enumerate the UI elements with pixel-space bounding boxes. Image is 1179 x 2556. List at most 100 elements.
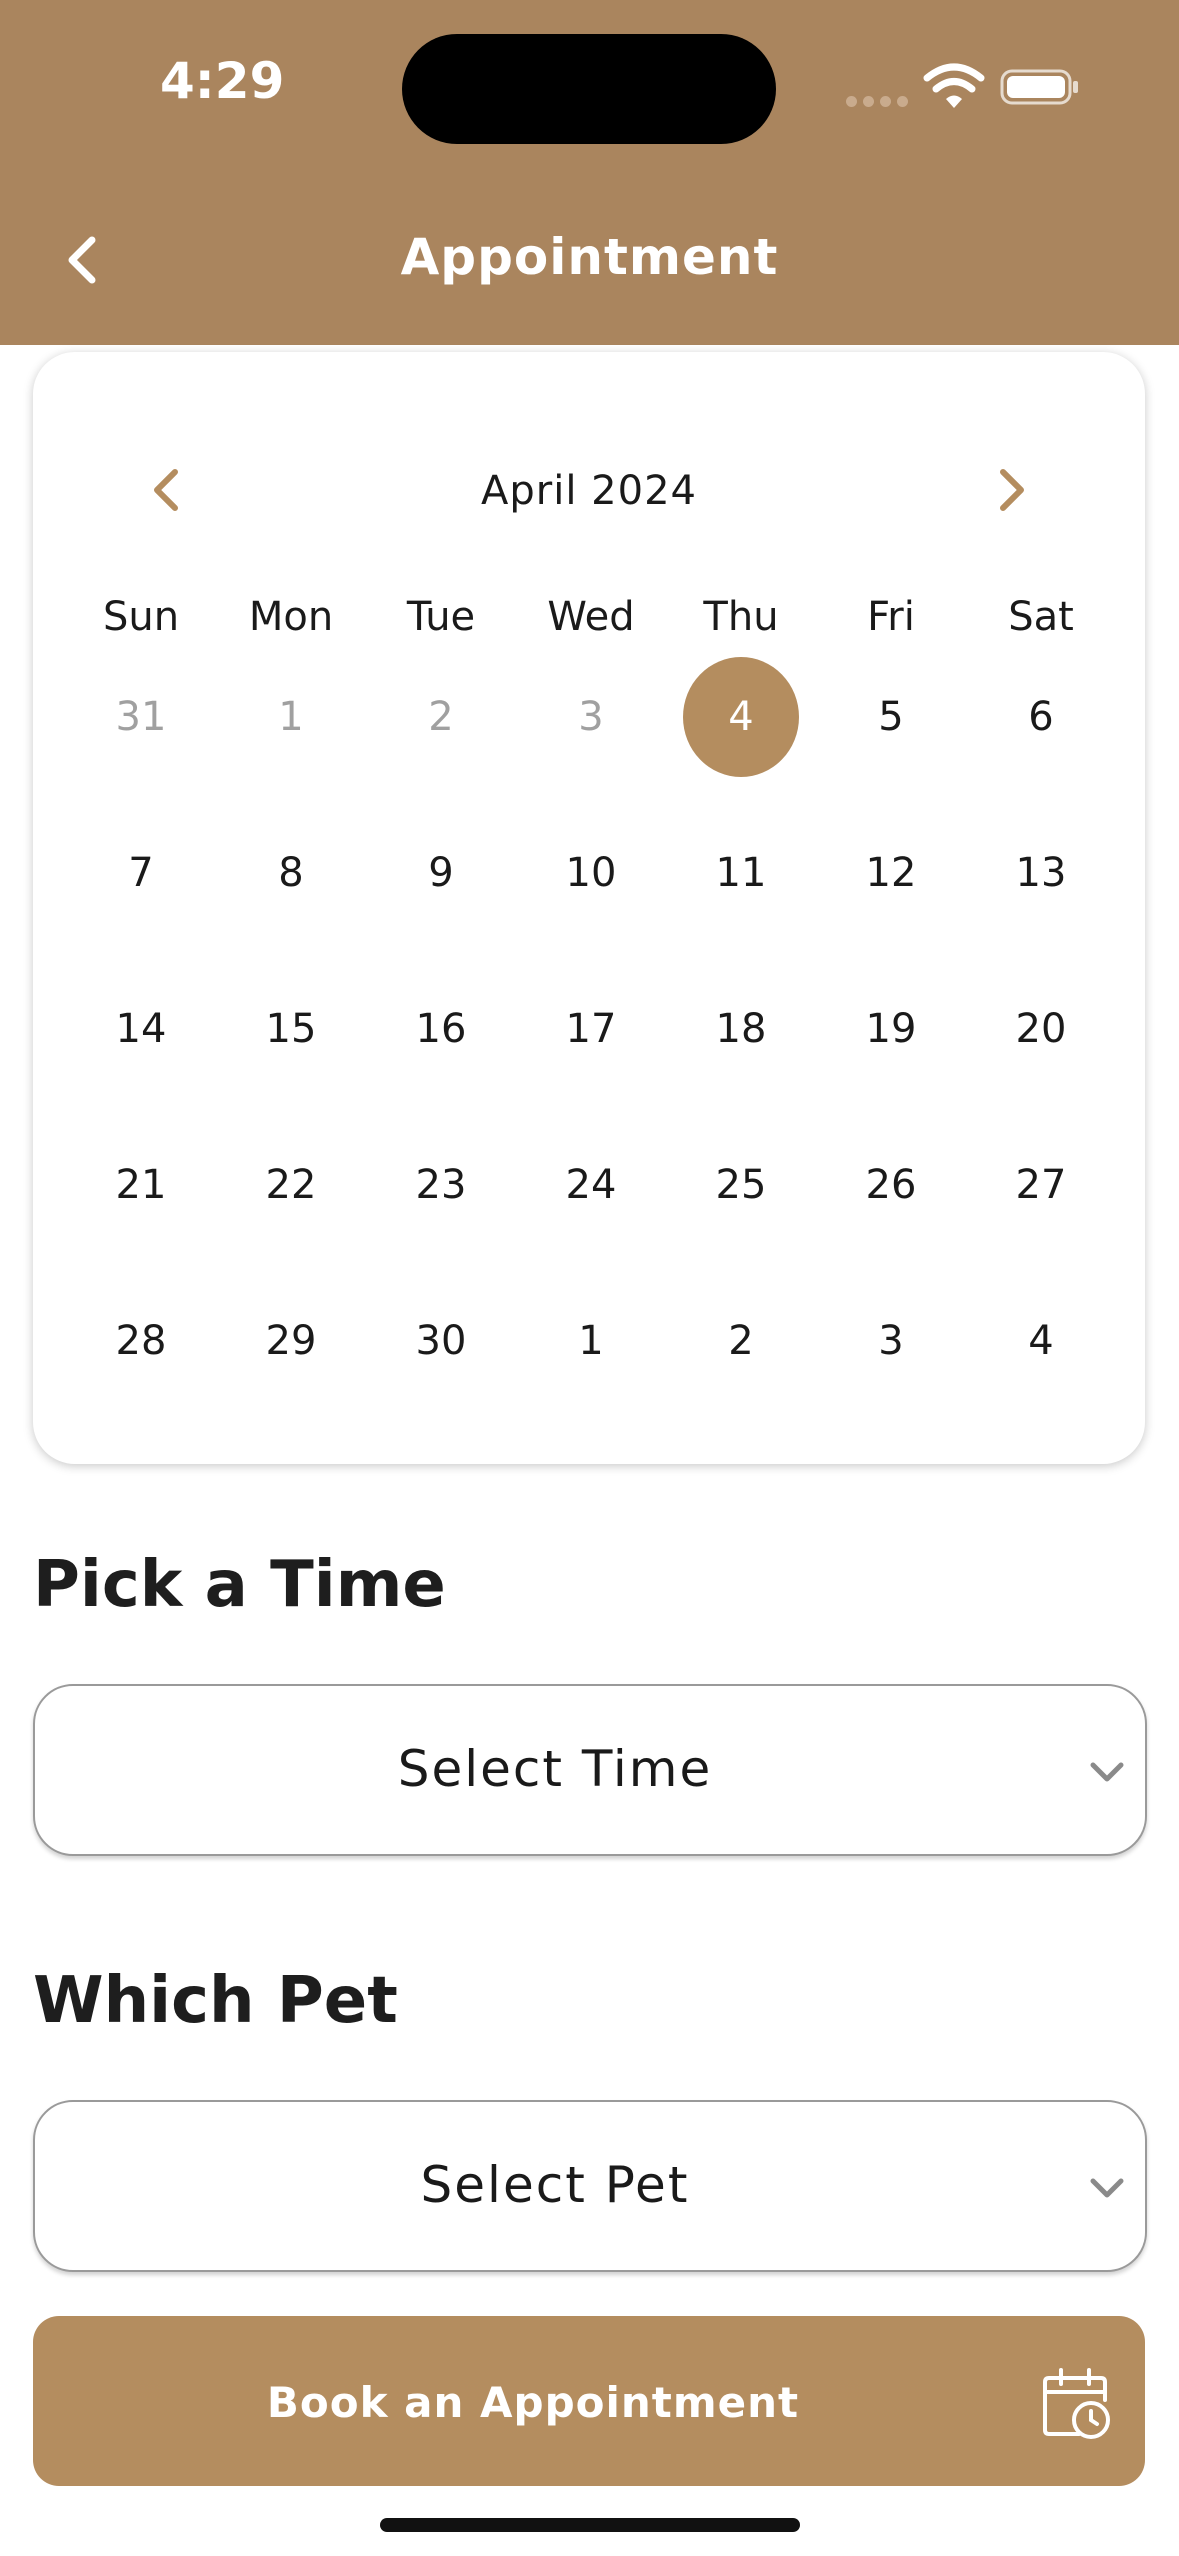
calendar-day[interactable]: 6 xyxy=(966,652,1116,782)
weekday-label: Sun xyxy=(102,594,180,640)
calendar-day[interactable]: 30 xyxy=(366,1276,516,1406)
weekday-label: Tue xyxy=(406,594,476,640)
calendar-day[interactable]: 13 xyxy=(966,808,1116,938)
page-title: Appointment xyxy=(400,228,779,286)
calendar-clock-icon xyxy=(1043,2368,1110,2439)
calendar-day[interactable]: 2 xyxy=(366,652,516,782)
calendar-day-label: 1 xyxy=(578,1318,604,1364)
weekday-label: Wed xyxy=(547,594,635,640)
calendar-day[interactable]: 25 xyxy=(666,1120,816,1250)
calendar-day-label: 2 xyxy=(728,1318,754,1364)
calendar-day-label: 18 xyxy=(715,1006,767,1052)
calendar-day[interactable]: 24 xyxy=(516,1120,666,1250)
calendar-day[interactable]: 18 xyxy=(666,964,816,1094)
calendar-day[interactable]: 31 xyxy=(66,652,216,782)
calendar-day-selected[interactable]: 4 xyxy=(666,652,816,782)
calendar-day-label: 29 xyxy=(265,1318,317,1364)
calendar-day-label: 8 xyxy=(278,850,304,896)
calendar-day-label: 24 xyxy=(565,1162,617,1208)
calendar-day-label: 27 xyxy=(1015,1162,1067,1208)
calendar-day[interactable]: 2 xyxy=(666,1276,816,1406)
chevron-down-icon xyxy=(1090,2178,1124,2198)
calendar-day[interactable]: 3 xyxy=(816,1276,966,1406)
next-month-icon[interactable] xyxy=(983,462,1039,518)
calendar-day-label: 12 xyxy=(865,850,917,896)
calendar-day-label: 17 xyxy=(565,1006,617,1052)
calendar-day-label: 3 xyxy=(878,1318,904,1364)
calendar-day-label: 14 xyxy=(115,1006,167,1052)
calendar-day[interactable]: 1 xyxy=(516,1276,666,1406)
calendar-day[interactable]: 3 xyxy=(516,652,666,782)
pet-select-placeholder: Select Pet xyxy=(420,2156,690,2214)
home-indicator xyxy=(380,2518,800,2532)
calendar-day[interactable]: 10 xyxy=(516,808,666,938)
book-appointment-label: Book an Appointment xyxy=(266,2378,800,2427)
pick-time-title: Pick a Time xyxy=(33,1548,446,1622)
calendar-day-label: 21 xyxy=(115,1162,167,1208)
calendar-day[interactable]: 17 xyxy=(516,964,666,1094)
calendar-day-label: 19 xyxy=(865,1006,917,1052)
weekday-label: Fri xyxy=(867,594,915,640)
weekday-label: Mon xyxy=(248,594,334,640)
time-select[interactable]: Select Time xyxy=(33,1684,1147,1856)
calendar-day[interactable]: 9 xyxy=(366,808,516,938)
calendar-day[interactable]: 29 xyxy=(216,1276,366,1406)
pet-select[interactable]: Select Pet xyxy=(33,2100,1147,2272)
status-time: 4:29 xyxy=(160,52,285,110)
weekday-label: Thu xyxy=(703,594,779,640)
calendar-day-label: 20 xyxy=(1015,1006,1067,1052)
calendar-day[interactable]: 16 xyxy=(366,964,516,1094)
calendar-day-label: 4 xyxy=(683,657,799,777)
cellular-signal-icon xyxy=(846,96,908,107)
which-pet-title: Which Pet xyxy=(33,1964,398,2038)
weekday-header: Sun Mon Tue Wed Thu Fri Sat xyxy=(66,594,1116,640)
calendar-day[interactable]: 1 xyxy=(216,652,366,782)
chevron-down-icon xyxy=(1090,1762,1124,1782)
weekday-label: Sat xyxy=(1008,594,1074,640)
app-header: 4:29 Appointment xyxy=(0,0,1179,345)
calendar-day-label: 15 xyxy=(265,1006,317,1052)
calendar-day-label: 22 xyxy=(265,1162,317,1208)
calendar-day[interactable]: 7 xyxy=(66,808,216,938)
calendar-day[interactable]: 26 xyxy=(816,1120,966,1250)
calendar-day[interactable]: 8 xyxy=(216,808,366,938)
calendar-day-label: 13 xyxy=(1015,850,1067,896)
calendar-day-label: 25 xyxy=(715,1162,767,1208)
calendar-day[interactable]: 27 xyxy=(966,1120,1116,1250)
calendar-day[interactable]: 28 xyxy=(66,1276,216,1406)
calendar-day[interactable]: 4 xyxy=(966,1276,1116,1406)
calendar-day[interactable]: 11 xyxy=(666,808,816,938)
calendar-day[interactable]: 5 xyxy=(816,652,966,782)
calendar-day-label: 6 xyxy=(1028,694,1054,740)
calendar-day[interactable]: 15 xyxy=(216,964,366,1094)
calendar-day-grid: 31 1 2 3 4 5 6 7 8 9 10 11 12 13 14 15 16 17 18 19 20 21 22 23 2… xyxy=(66,652,1116,1432)
calendar-day-label: 16 xyxy=(415,1006,467,1052)
dynamic-island xyxy=(402,34,776,144)
calendar-day-label: 7 xyxy=(128,850,154,896)
calendar-day-label: 3 xyxy=(578,694,604,740)
calendar-day[interactable]: 20 xyxy=(966,964,1116,1094)
calendar-day-label: 10 xyxy=(565,850,617,896)
calendar-day-label: 4 xyxy=(1028,1318,1054,1364)
calendar-day-label: 26 xyxy=(865,1162,917,1208)
battery-icon xyxy=(1000,69,1078,105)
calendar-day-label: 9 xyxy=(428,850,454,896)
calendar-day-label: 5 xyxy=(878,694,904,740)
calendar-day[interactable]: 12 xyxy=(816,808,966,938)
calendar-day-label: 2 xyxy=(428,694,454,740)
book-appointment-button[interactable]: Book an Appointment xyxy=(33,2316,1145,2486)
calendar-day[interactable]: 22 xyxy=(216,1120,366,1250)
calendar-card: April 2024 Sun Mon Tue Wed Thu Fri Sat 3… xyxy=(33,352,1145,1464)
calendar-day[interactable]: 23 xyxy=(366,1120,516,1250)
wifi-icon xyxy=(923,63,985,108)
calendar-day-label: 23 xyxy=(415,1162,467,1208)
calendar-day[interactable]: 21 xyxy=(66,1120,216,1250)
calendar-day[interactable]: 19 xyxy=(816,964,966,1094)
calendar-day-label: 30 xyxy=(415,1318,467,1364)
calendar-day-label: 31 xyxy=(115,694,167,740)
calendar-day[interactable]: 14 xyxy=(66,964,216,1094)
time-select-placeholder: Select Time xyxy=(397,1740,713,1798)
calendar-day-label: 1 xyxy=(278,694,304,740)
calendar-day-label: 11 xyxy=(715,850,767,896)
calendar-month-label: April 2024 xyxy=(481,468,697,514)
